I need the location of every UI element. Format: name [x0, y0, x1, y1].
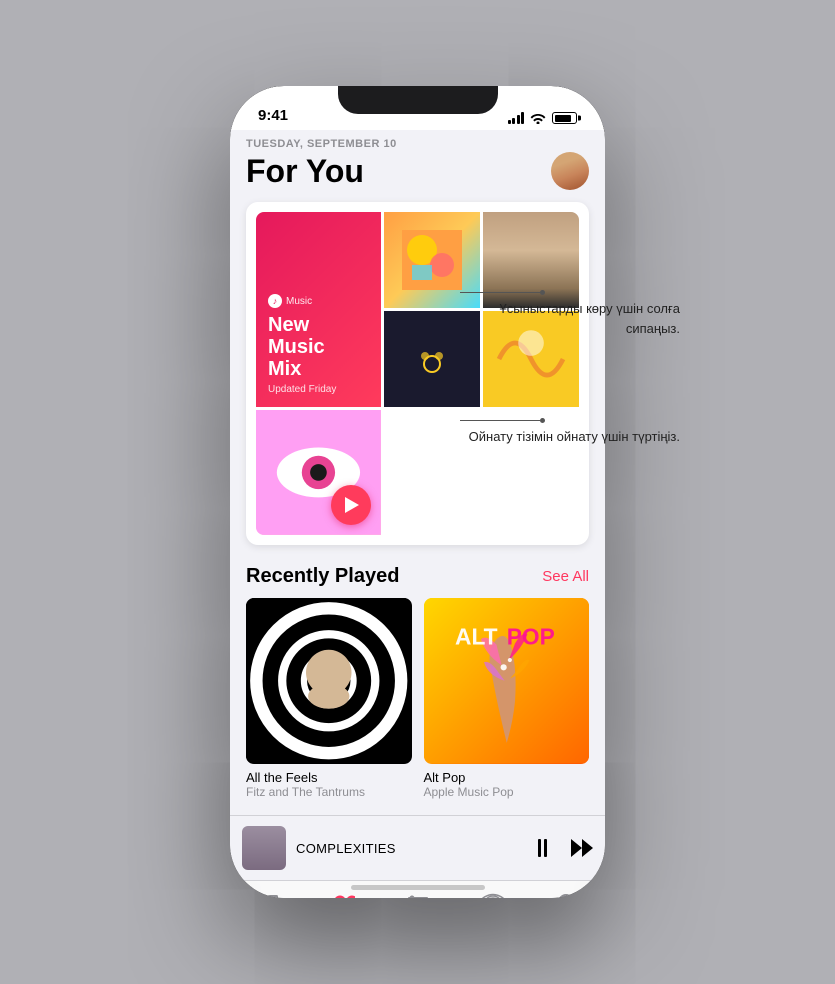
- tab-library[interactable]: Library: [230, 891, 305, 898]
- home-indicator: [351, 885, 485, 890]
- date-label: TUESDAY, SEPTEMBER 10: [246, 138, 589, 150]
- search-icon: [555, 891, 581, 898]
- page-title: For You: [246, 153, 364, 190]
- mini-player-controls: [531, 837, 593, 859]
- albums-row: All the Feels Fitz and The Tantrums: [246, 598, 589, 799]
- mix-thumb-5: [256, 410, 381, 535]
- foryou-icon: [330, 891, 356, 898]
- mini-player-info: COMPLEXITIES: [296, 841, 521, 856]
- pause-button[interactable]: [531, 837, 553, 859]
- tab-foryou[interactable]: For You: [305, 891, 380, 898]
- battery-icon: [552, 112, 577, 124]
- recently-played-title: Recently Played: [246, 565, 399, 588]
- mini-player-title: COMPLEXITIES: [296, 841, 521, 856]
- signal-icon: [508, 112, 525, 124]
- annotation-text-2: Ойнату тізімін ойнату үшін түртіңіз.: [460, 427, 680, 447]
- album-cover-allfeels: [246, 598, 412, 764]
- annotation-text-1: Ұсыныстарды көру үшін солға сипаңыз.: [460, 299, 680, 338]
- album-artist-allfeels: Fitz and The Tantrums: [246, 785, 412, 799]
- album-item-altpop[interactable]: ALT POP Alt Pop Apple Music Pop: [424, 598, 590, 799]
- album-artist-altpop: Apple Music Pop: [424, 785, 590, 799]
- mix-main-tile: ♪ Music New MusicMix Updated Friday: [256, 212, 381, 407]
- tab-search[interactable]: Search: [530, 891, 605, 898]
- status-time: 9:41: [258, 107, 288, 124]
- tab-browse[interactable]: Browse: [380, 891, 455, 898]
- phone-frame: 9:41: [230, 86, 605, 898]
- apple-music-badge-text: Music: [286, 296, 312, 307]
- page-header: TUESDAY, SEPTEMBER 10 For You: [246, 130, 589, 202]
- album-item-allfeels[interactable]: All the Feels Fitz and The Tantrums: [246, 598, 412, 799]
- skip-button[interactable]: [571, 839, 593, 857]
- play-button[interactable]: [331, 485, 371, 525]
- notch: [338, 86, 498, 114]
- library-icon: [255, 891, 281, 898]
- avatar[interactable]: [551, 152, 589, 190]
- mix-title: New MusicMix: [268, 314, 369, 380]
- annotation-area: Ұсыныстарды көру үшін солға сипаңыз. Ойн…: [460, 290, 680, 447]
- album-name-allfeels: All the Feels: [246, 770, 412, 785]
- recently-played-section: Recently Played See All: [246, 565, 589, 799]
- tab-radio[interactable]: Radio: [455, 891, 530, 898]
- annotation-2: Ойнату тізімін ойнату үшін түртіңіз.: [460, 418, 680, 447]
- wifi-icon: [530, 112, 546, 124]
- browse-icon: [405, 891, 431, 898]
- see-all-button[interactable]: See All: [542, 568, 589, 585]
- mix-updated: Updated Friday: [268, 384, 369, 395]
- svg-text:POP: POP: [506, 624, 554, 650]
- apple-music-icon: ♪: [268, 294, 282, 308]
- recently-played-header: Recently Played See All: [246, 565, 589, 588]
- mini-album-art: [242, 826, 286, 870]
- status-icons: [508, 112, 578, 124]
- annotation-1: Ұсыныстарды көру үшін солға сипаңыз.: [460, 290, 680, 338]
- phone-screen: 9:41: [230, 86, 605, 898]
- album-cover-altpop: ALT POP: [424, 598, 590, 764]
- radio-icon: [480, 891, 506, 898]
- svg-text:ALT: ALT: [455, 624, 498, 650]
- main-content: TUESDAY, SEPTEMBER 10 For You: [230, 130, 605, 815]
- album-name-altpop: Alt Pop: [424, 770, 590, 785]
- mini-player[interactable]: COMPLEXITIES: [230, 815, 605, 880]
